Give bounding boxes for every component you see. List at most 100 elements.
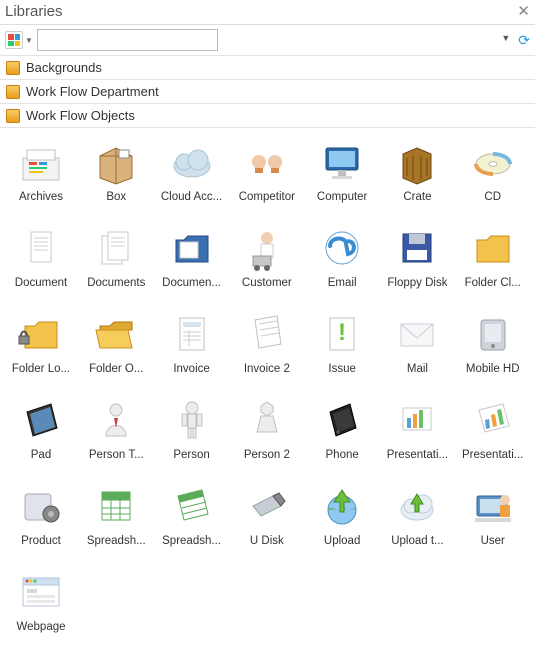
category-label: Work Flow Department [26, 84, 159, 99]
item-label: Issue [328, 363, 356, 375]
library-item-docs[interactable]: Documents [79, 222, 153, 306]
item-label: Folder Cl... [465, 277, 521, 289]
pad-icon [15, 394, 67, 446]
competitor-icon [241, 136, 293, 188]
item-label: Computer [317, 191, 368, 203]
item-label: Document [15, 277, 67, 289]
chevron-down-icon[interactable]: ▼ [25, 36, 33, 45]
udisk-icon [241, 480, 293, 532]
present1-icon [391, 394, 443, 446]
library-item-issue[interactable]: Issue [305, 308, 379, 392]
library-item-person[interactable]: Person [155, 394, 229, 478]
library-item-customer[interactable]: Customer [230, 222, 304, 306]
item-label: Product [21, 535, 61, 547]
archives-icon [15, 136, 67, 188]
library-item-email[interactable]: Email [305, 222, 379, 306]
search-wrapper: ▼ [37, 29, 514, 51]
close-icon[interactable]: ✕ [517, 2, 530, 20]
doc-icon [15, 222, 67, 274]
library-item-pad[interactable]: Pad [4, 394, 78, 478]
item-label: Folder O... [89, 363, 143, 375]
library-item-computer[interactable]: Computer [305, 136, 379, 220]
item-label: Mobile HD [466, 363, 520, 375]
panel-title: Libraries [5, 3, 63, 20]
folder-icon [6, 85, 20, 99]
folderclosed-icon [467, 222, 519, 274]
library-item-invoice2[interactable]: Invoice 2 [230, 308, 304, 392]
library-item-phone[interactable]: Phone [305, 394, 379, 478]
item-label: Competitor [239, 191, 295, 203]
library-item-spread1[interactable]: Spreadsh... [79, 480, 153, 564]
spread1-icon [90, 480, 142, 532]
uploadcloud-icon [391, 480, 443, 532]
item-label: Webpage [16, 621, 65, 633]
library-item-product[interactable]: Product [4, 480, 78, 564]
library-item-spread2[interactable]: Spreadsh... [155, 480, 229, 564]
item-label: Box [106, 191, 126, 203]
library-item-doc[interactable]: Document [4, 222, 78, 306]
item-label: Spreadsh... [162, 535, 221, 547]
invoice-icon [166, 308, 218, 360]
category-header[interactable]: Backgrounds [0, 56, 535, 80]
item-label: U Disk [250, 535, 284, 547]
library-item-persont[interactable]: Person T... [79, 394, 153, 478]
item-label: Presentati... [462, 449, 523, 461]
item-label: Cloud Acc... [161, 191, 222, 203]
library-item-folderlocked[interactable]: Folder Lo... [4, 308, 78, 392]
user-icon [467, 480, 519, 532]
library-item-archives[interactable]: Archives [4, 136, 78, 220]
item-label: Phone [326, 449, 359, 461]
dropdown-icon[interactable]: ▼ [501, 33, 510, 43]
item-label: Crate [403, 191, 431, 203]
item-label: CD [484, 191, 501, 203]
spread2-icon [166, 480, 218, 532]
person2-icon [241, 394, 293, 446]
customer-icon [241, 222, 293, 274]
library-item-folderopen[interactable]: Folder O... [79, 308, 153, 392]
item-label: Documents [87, 277, 145, 289]
category-header[interactable]: Work Flow Department [0, 80, 535, 104]
library-item-upload[interactable]: Upload [305, 480, 379, 564]
library-item-folderclosed[interactable]: Folder Cl... [456, 222, 530, 306]
webpage-icon [15, 566, 67, 618]
library-item-cd[interactable]: CD [456, 136, 530, 220]
item-label: Pad [31, 449, 51, 461]
library-item-udisk[interactable]: U Disk [230, 480, 304, 564]
library-item-user[interactable]: User [456, 480, 530, 564]
library-item-docfolder[interactable]: Documen... [155, 222, 229, 306]
library-item-competitor[interactable]: Competitor [230, 136, 304, 220]
computer-icon [316, 136, 368, 188]
search-input[interactable] [37, 29, 218, 51]
crate-icon [391, 136, 443, 188]
cloud-icon [166, 136, 218, 188]
library-item-uploadcloud[interactable]: Upload t... [380, 480, 454, 564]
item-label: Person 2 [244, 449, 290, 461]
library-item-box[interactable]: Box [79, 136, 153, 220]
library-item-person2[interactable]: Person 2 [230, 394, 304, 478]
palette-button[interactable] [5, 31, 23, 49]
item-label: Upload [324, 535, 360, 547]
invoice2-icon [241, 308, 293, 360]
library-item-present2[interactable]: Presentati... [456, 394, 530, 478]
item-label: Archives [19, 191, 63, 203]
refresh-icon[interactable]: ⟳ [518, 32, 530, 49]
library-item-floppy[interactable]: Floppy Disk [380, 222, 454, 306]
search-row: ▼ ▼ ⟳ [0, 25, 535, 56]
library-item-webpage[interactable]: Webpage [4, 566, 78, 650]
library-item-present1[interactable]: Presentati... [380, 394, 454, 478]
library-item-mobilehd[interactable]: Mobile HD [456, 308, 530, 392]
docfolder-icon [166, 222, 218, 274]
mobilehd-icon [467, 308, 519, 360]
folderopen-icon [90, 308, 142, 360]
library-item-cloud[interactable]: Cloud Acc... [155, 136, 229, 220]
item-label: Mail [407, 363, 428, 375]
library-item-crate[interactable]: Crate [380, 136, 454, 220]
item-label: User [481, 535, 505, 547]
category-header[interactable]: Work Flow Objects [0, 104, 535, 128]
item-label: Email [328, 277, 357, 289]
floppy-icon [391, 222, 443, 274]
item-label: Spreadsh... [87, 535, 146, 547]
item-label: Invoice 2 [244, 363, 290, 375]
library-item-invoice[interactable]: Invoice [155, 308, 229, 392]
library-item-mail[interactable]: Mail [380, 308, 454, 392]
